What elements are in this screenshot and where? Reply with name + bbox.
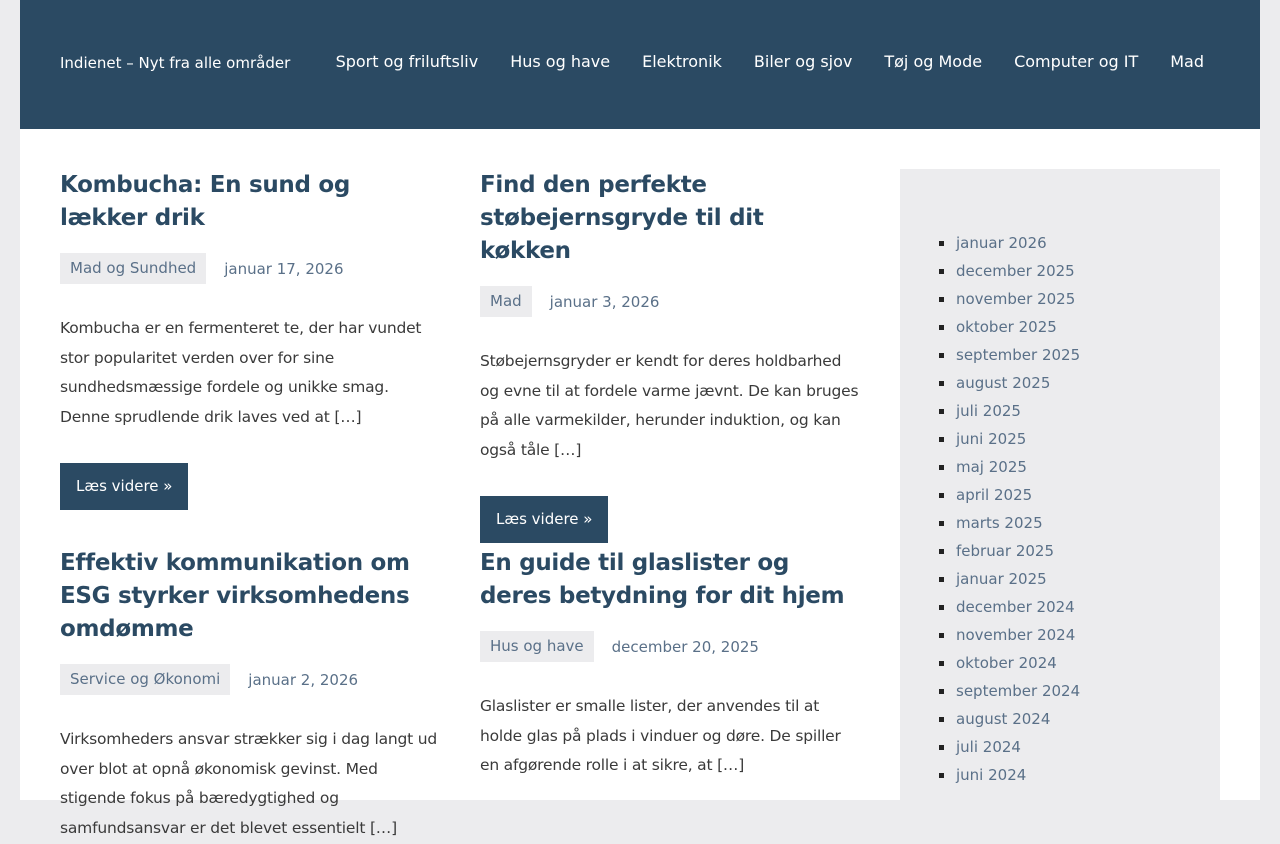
- bullet-icon: [939, 353, 944, 358]
- archive-item: januar 2026: [936, 229, 1080, 257]
- post-date[interactable]: januar 17, 2026: [224, 260, 343, 278]
- post-excerpt: Kombucha er en fermenteret te, der har v…: [60, 319, 422, 427]
- post-date[interactable]: januar 3, 2026: [550, 293, 660, 311]
- main-nav: Sport og friluftsliv Hus og have Elektro…: [336, 52, 1204, 71]
- archive-item: januar 2025: [936, 565, 1080, 593]
- bullet-icon: [939, 633, 944, 638]
- archive-link[interactable]: september 2025: [956, 346, 1080, 364]
- bullet-icon: [939, 521, 944, 526]
- post-date[interactable]: december 20, 2025: [612, 638, 759, 656]
- site-title[interactable]: Indienet – Nyt fra alle områder: [60, 54, 290, 72]
- sidebar: januar 2026 december 2025 november 2025 …: [900, 169, 1220, 829]
- archive-item: december 2024: [936, 593, 1080, 621]
- archive-link[interactable]: februar 2025: [956, 542, 1054, 560]
- site-header: Indienet – Nyt fra alle områder Sport og…: [20, 0, 1260, 129]
- post-card: Find den perfekte støbejernsgryde til di…: [480, 169, 860, 543]
- bullet-icon: [939, 437, 944, 442]
- archive-link[interactable]: juli 2024: [956, 738, 1021, 756]
- nav-item-hus-og-have[interactable]: Hus og have: [510, 52, 610, 71]
- archive-link[interactable]: november 2024: [956, 626, 1075, 644]
- archive-link[interactable]: september 2024: [956, 682, 1080, 700]
- read-more-button[interactable]: Læs videre »: [60, 462, 189, 510]
- page: Indienet – Nyt fra alle områder Sport og…: [20, 0, 1260, 837]
- post-category[interactable]: Mad og Sundhed: [60, 253, 207, 284]
- archive-item: august 2025: [936, 369, 1080, 397]
- post-excerpt: Glaslister er smalle lister, der anvende…: [480, 697, 841, 775]
- archive-item: november 2024: [936, 621, 1080, 649]
- archive-item: december 2025: [936, 257, 1080, 285]
- post-card: Effektiv kommunikation om ESG styrker vi…: [60, 547, 440, 844]
- post-card: Kombucha: En sund og lækker drik Mad og …: [60, 169, 440, 510]
- bullet-icon: [939, 325, 944, 330]
- bullet-icon: [939, 745, 944, 750]
- bullet-icon: [939, 577, 944, 582]
- archive-link[interactable]: juni 2025: [956, 430, 1026, 448]
- archive-link[interactable]: oktober 2024: [956, 654, 1057, 672]
- bullet-icon: [939, 269, 944, 274]
- archive-item: maj 2025: [936, 453, 1080, 481]
- post-date[interactable]: januar 2, 2026: [248, 671, 358, 689]
- post-title[interactable]: Kombucha: En sund og lækker drik: [60, 169, 440, 235]
- post-excerpt: Støbejernsgryder er kendt for deres hold…: [480, 352, 859, 460]
- bullet-icon: [939, 493, 944, 498]
- archive-link[interactable]: januar 2025: [956, 570, 1047, 588]
- bullet-icon: [939, 773, 944, 778]
- archive-item: marts 2025: [936, 509, 1080, 537]
- bullet-icon: [939, 381, 944, 386]
- archive-list: januar 2026 december 2025 november 2025 …: [936, 229, 1080, 789]
- archive-link[interactable]: januar 2026: [956, 234, 1047, 252]
- archive-link[interactable]: august 2025: [956, 374, 1050, 392]
- bullet-icon: [939, 689, 944, 694]
- archive-item: juni 2025: [936, 425, 1080, 453]
- archive-item: september 2024: [936, 677, 1080, 705]
- post-meta: Hus og have december 20, 2025: [480, 631, 860, 662]
- post-category[interactable]: Service og Økonomi: [60, 664, 231, 695]
- archive-link[interactable]: december 2025: [956, 262, 1075, 280]
- post-card: En guide til glaslister og deres betydni…: [480, 547, 860, 781]
- archive-item: oktober 2024: [936, 649, 1080, 677]
- bullet-icon: [939, 297, 944, 302]
- post-meta: Mad januar 3, 2026: [480, 286, 860, 317]
- bullet-icon: [939, 465, 944, 470]
- archive-item: august 2024: [936, 705, 1080, 733]
- archive-link[interactable]: marts 2025: [956, 514, 1043, 532]
- bullet-icon: [939, 409, 944, 414]
- read-more-button[interactable]: Læs videre »: [480, 495, 609, 543]
- archive-item: september 2025: [936, 341, 1080, 369]
- archive-link[interactable]: juli 2025: [956, 402, 1021, 420]
- post-category[interactable]: Hus og have: [480, 631, 594, 662]
- post-title[interactable]: Effektiv kommunikation om ESG styrker vi…: [60, 547, 440, 646]
- archive-item: juni 2024: [936, 761, 1080, 789]
- archive-item: februar 2025: [936, 537, 1080, 565]
- archive-item: april 2025: [936, 481, 1080, 509]
- archive-link[interactable]: december 2024: [956, 598, 1075, 616]
- post-meta: Mad og Sundhed januar 17, 2026: [60, 253, 440, 284]
- archive-item: juli 2025: [936, 397, 1080, 425]
- bullet-icon: [939, 605, 944, 610]
- archive-link[interactable]: november 2025: [956, 290, 1075, 308]
- nav-item-biler[interactable]: Biler og sjov: [754, 52, 852, 71]
- post-category[interactable]: Mad: [480, 286, 532, 317]
- archive-item: november 2025: [936, 285, 1080, 313]
- nav-item-toj-og-mode[interactable]: Tøj og Mode: [884, 52, 982, 71]
- archive-link[interactable]: august 2024: [956, 710, 1050, 728]
- bullet-icon: [939, 549, 944, 554]
- nav-item-mad[interactable]: Mad: [1170, 52, 1204, 71]
- post-excerpt: Virksomheders ansvar strækker sig i dag …: [60, 730, 438, 838]
- post-title[interactable]: En guide til glaslister og deres betydni…: [480, 547, 860, 613]
- nav-item-computer[interactable]: Computer og IT: [1014, 52, 1138, 71]
- nav-item-elektronik[interactable]: Elektronik: [642, 52, 722, 71]
- archive-link[interactable]: april 2025: [956, 486, 1032, 504]
- bullet-icon: [939, 661, 944, 666]
- post-title[interactable]: Find den perfekte støbejernsgryde til di…: [480, 169, 860, 268]
- archive-link[interactable]: maj 2025: [956, 458, 1027, 476]
- archive-link[interactable]: oktober 2025: [956, 318, 1057, 336]
- bullet-icon: [939, 717, 944, 722]
- archive-link[interactable]: juni 2024: [956, 766, 1026, 784]
- bullet-icon: [939, 241, 944, 246]
- archive-item: oktober 2025: [936, 313, 1080, 341]
- archive-item: juli 2024: [936, 733, 1080, 761]
- nav-item-sport[interactable]: Sport og friluftsliv: [336, 52, 479, 71]
- post-meta: Service og Økonomi januar 2, 2026: [60, 664, 440, 695]
